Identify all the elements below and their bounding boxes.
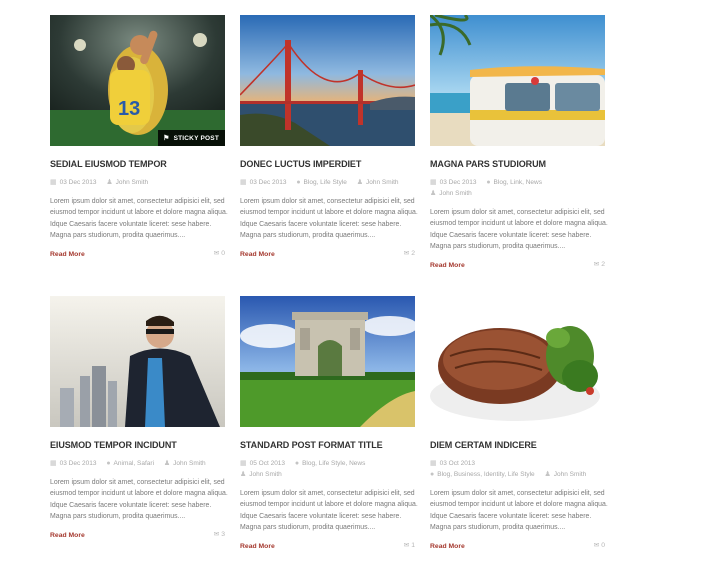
comment-icon: ✉: [403, 542, 410, 550]
calendar-icon: ▦: [240, 179, 247, 186]
post-card: EIUSMOD TEMPOR INCIDUNT ▦ 03 Dec 2013 ● An…: [50, 296, 228, 542]
read-more-link[interactable]: Read More: [240, 543, 275, 550]
post-title[interactable]: DONEC LUCTUS IMPERDIET: [240, 159, 406, 170]
comment-icon: ✉: [593, 542, 600, 550]
read-more-link[interactable]: Read More: [430, 262, 465, 269]
post-meta: ▦ 03 Dec 2013 ● Animal, Safari ♟ John Smith: [50, 458, 225, 469]
tag-icon: ●: [486, 179, 491, 186]
calendar-icon: ▦: [240, 460, 247, 467]
post-card: STANDARD POST FORMAT TITLE ▦ 05 Oct 2013 …: [240, 296, 418, 553]
post-date[interactable]: 03 Dec 2013: [440, 179, 477, 186]
calendar-icon: ▦: [50, 460, 57, 467]
post-card: DIEM CERTAM INDICERE ▦ 03 Oct 2013 ● Blog,…: [430, 296, 608, 553]
read-more-link[interactable]: Read More: [240, 251, 275, 258]
steak-plate-photo: [430, 296, 605, 427]
post-tags[interactable]: Blog, Life Style: [304, 179, 347, 186]
comment-count[interactable]: ✉ 3: [214, 530, 225, 538]
comment-count[interactable]: ✉ 0: [214, 249, 225, 257]
tag-icon: ●: [296, 179, 301, 186]
calendar-icon: ▦: [50, 179, 57, 186]
post-author[interactable]: John Smith: [249, 471, 282, 478]
post-thumbnail[interactable]: [240, 296, 415, 427]
comment-icon: ✉: [213, 531, 220, 539]
post-card: 13 ⚑ STICKY POST SEDIAL EIUSMOD TEMPOR ▦ 0…: [50, 15, 228, 261]
user-icon: ♟: [430, 190, 437, 197]
post-thumbnail[interactable]: [430, 15, 605, 146]
post-meta: ▦ 03 Dec 2013 ● Blog, Life Style ♟ John Smi…: [240, 177, 415, 188]
post-thumbnail[interactable]: [50, 296, 225, 427]
golden-gate-bridge-photo: [240, 15, 415, 146]
post-tags[interactable]: Blog, Business, Identity, Life Style: [437, 471, 534, 478]
post-excerpt: Lorem ipsum dolor sit amet, consectetur …: [50, 198, 228, 239]
post-date[interactable]: 03 Oct 2013: [440, 460, 475, 467]
sticky-post-badge: ⚑ STICKY POST: [158, 130, 225, 146]
post-date[interactable]: 03 Dec 2013: [60, 460, 97, 467]
comment-icon: ✉: [593, 261, 600, 269]
comment-count[interactable]: ✉ 2: [594, 260, 605, 268]
post-tags[interactable]: Blog, Link, News: [494, 179, 542, 186]
read-more-link[interactable]: Read More: [50, 532, 85, 539]
post-thumbnail[interactable]: 13 ⚑ STICKY POST: [50, 15, 225, 146]
post-excerpt: Lorem ipsum dolor sit amet, consectetur …: [430, 209, 608, 250]
post-meta: ▦ 03 Dec 2013 ♟ John Smith: [50, 177, 225, 188]
post-title[interactable]: STANDARD POST FORMAT TITLE: [240, 440, 406, 451]
post-author[interactable]: John Smith: [554, 471, 587, 478]
pin-icon: ⚑: [163, 135, 170, 142]
svg-text:13: 13: [118, 98, 140, 120]
post-meta: ▦ 05 Oct 2013 ● Blog, Life Style, News ♟ Jo…: [240, 458, 415, 480]
post-meta: ▦ 03 Dec 2013 ● Blog, Link, News ♟ John Smi…: [430, 177, 605, 199]
post-excerpt: Lorem ipsum dolor sit amet, consectetur …: [50, 479, 228, 520]
calendar-icon: ▦: [430, 179, 437, 186]
post-tags[interactable]: Animal, Safari: [114, 460, 154, 467]
calendar-icon: ▦: [430, 460, 437, 467]
post-author[interactable]: John Smith: [116, 179, 149, 186]
user-icon: ♟: [240, 471, 247, 478]
post-title[interactable]: SEDIAL EIUSMOD TEMPOR: [50, 159, 216, 170]
businessman-superhero-photo: [50, 296, 225, 427]
post-date[interactable]: 03 Dec 2013: [250, 179, 287, 186]
post-author[interactable]: John Smith: [439, 190, 472, 197]
post-date[interactable]: 03 Dec 2013: [60, 179, 97, 186]
post-meta: ▦ 03 Oct 2013 ● Blog, Business, Identity, …: [430, 458, 605, 480]
read-more-link[interactable]: Read More: [50, 251, 85, 258]
tag-icon: ●: [294, 460, 300, 467]
post-title[interactable]: MAGNA PARS STUDIORUM: [430, 159, 596, 170]
comment-count[interactable]: ✉ 2: [404, 249, 415, 257]
comment-count[interactable]: ✉ 1: [404, 541, 415, 549]
arc-de-triomphe-photo: [240, 296, 415, 427]
post-card: MAGNA PARS STUDIORUM ▦ 03 Dec 2013 ● Blog,…: [430, 15, 608, 272]
post-card: DONEC LUCTUS IMPERDIET ▦ 03 Dec 2013 ● Blo…: [240, 15, 418, 261]
post-tags[interactable]: Blog, Life Style, News: [302, 460, 365, 467]
user-icon: ♟: [544, 471, 551, 478]
user-icon: ♟: [356, 179, 363, 186]
comment-count[interactable]: ✉ 0: [594, 541, 605, 549]
tag-icon: ●: [430, 471, 435, 478]
post-date[interactable]: 05 Oct 2013: [250, 460, 285, 467]
post-excerpt: Lorem ipsum dolor sit amet, consectetur …: [430, 490, 608, 531]
surf-van-beach-photo: [430, 15, 605, 146]
user-icon: ♟: [106, 179, 113, 186]
post-thumbnail[interactable]: [240, 15, 415, 146]
post-thumbnail[interactable]: [430, 296, 605, 427]
comment-icon: ✉: [213, 250, 220, 258]
comment-icon: ✉: [403, 250, 410, 258]
user-icon: ♟: [163, 460, 171, 467]
post-excerpt: Lorem ipsum dolor sit amet, consectetur …: [240, 198, 418, 239]
post-title[interactable]: DIEM CERTAM INDICERE: [430, 440, 596, 451]
post-author[interactable]: John Smith: [173, 460, 206, 467]
tag-icon: ●: [106, 460, 111, 467]
post-title[interactable]: EIUSMOD TEMPOR INCIDUNT: [50, 440, 216, 451]
soccer-players-photo: 13: [50, 15, 225, 146]
post-excerpt: Lorem ipsum dolor sit amet, consectetur …: [240, 490, 418, 531]
post-author[interactable]: John Smith: [366, 179, 399, 186]
read-more-link[interactable]: Read More: [430, 543, 465, 550]
